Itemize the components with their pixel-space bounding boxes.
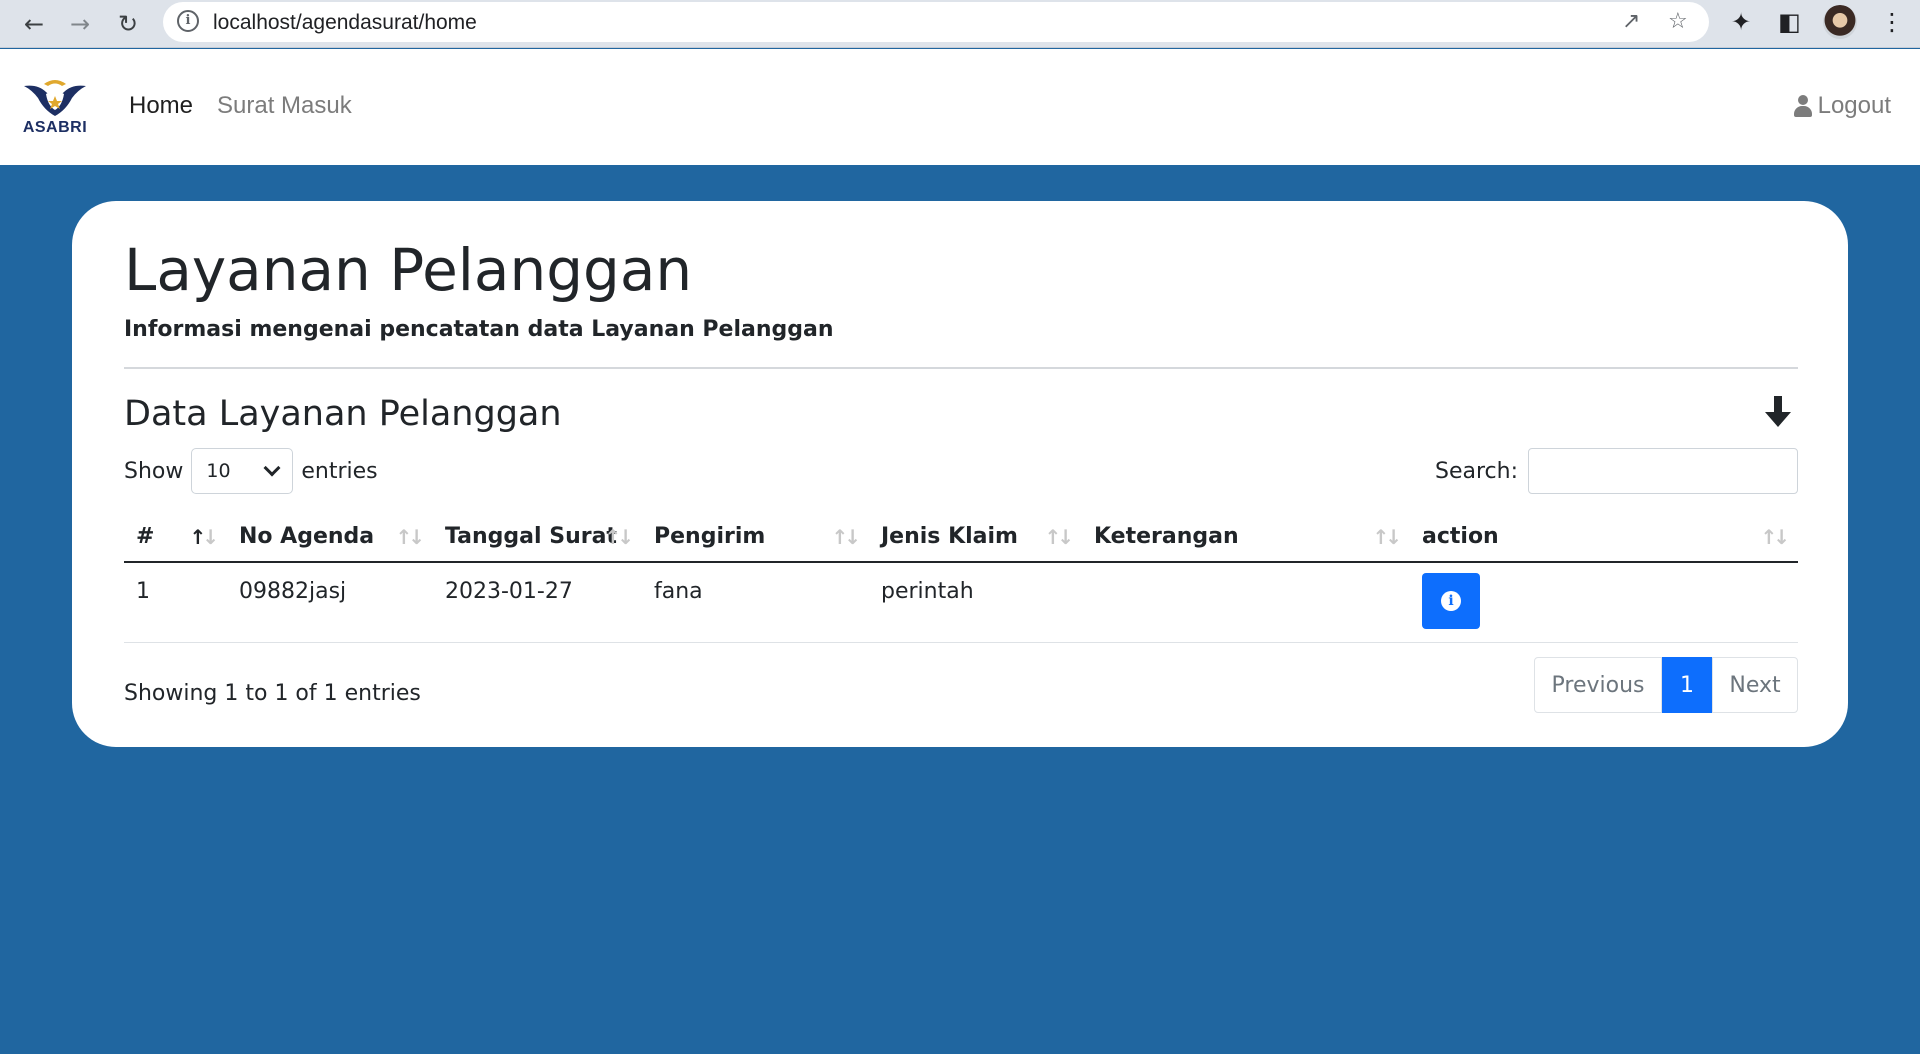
search-label: Search: <box>1435 458 1518 484</box>
cell-jenis-klaim: perintah <box>869 562 1082 643</box>
browser-menu-icon[interactable]: ⋮ <box>1880 8 1904 36</box>
profile-avatar[interactable] <box>1823 5 1857 39</box>
browser-toolbar: ← → ↻ i localhost/agendasurat/home ↗ ☆ ✦… <box>0 0 1920 48</box>
app-navbar: ASABRI Home Surat Masuk Logout <box>0 49 1920 165</box>
logout-link[interactable]: Logout <box>1793 92 1891 120</box>
cell-no-agenda: 09882jasj <box>227 562 433 643</box>
nav-surat-masuk[interactable]: Surat Masuk <box>217 92 352 120</box>
page-1-button[interactable]: 1 <box>1662 657 1712 713</box>
nav-home[interactable]: Home <box>129 92 193 120</box>
entries-label: entries <box>301 458 378 484</box>
section-title: Data Layanan Pelanggan <box>124 394 562 434</box>
sort-icon: ↑↓ <box>1760 525 1789 549</box>
sort-asc-icon: ↑↓ <box>189 525 218 549</box>
next-button[interactable]: Next <box>1712 657 1798 713</box>
page-title: Layanan Pelanggan <box>124 236 693 304</box>
table-row: 1 09882jasj 2023-01-27 fana perintah i <box>124 562 1798 643</box>
column-header-keterangan[interactable]: Keterangan ↑↓ <box>1082 512 1410 563</box>
column-header-no-agenda[interactable]: No Agenda ↑↓ <box>227 512 433 563</box>
cell-action: i <box>1410 562 1798 643</box>
column-header-pengirim[interactable]: Pengirim ↑↓ <box>642 512 869 563</box>
page-length-value: 10 <box>206 460 231 482</box>
back-arrow-icon[interactable]: ← <box>18 8 50 40</box>
search-input[interactable] <box>1528 448 1798 494</box>
cell-tanggal-surat: 2023-01-27 <box>433 562 642 643</box>
logout-label: Logout <box>1817 92 1891 119</box>
reload-icon[interactable]: ↻ <box>112 8 144 40</box>
page-length-select[interactable]: 10 <box>191 448 294 494</box>
cell-number: 1 <box>124 562 227 643</box>
info-circle-icon: i <box>1441 591 1461 611</box>
sort-icon: ↑↓ <box>1372 525 1401 549</box>
cell-pengirim: fana <box>642 562 869 643</box>
bookmark-star-icon[interactable]: ☆ <box>1668 9 1688 34</box>
search-control: Search: <box>1435 448 1798 494</box>
table-header-row: # ↑↓ No Agenda ↑↓ Tanggal Surat ↑↓ Pengirim… <box>124 512 1798 563</box>
cell-keterangan <box>1082 562 1410 643</box>
pagination: Previous 1 Next <box>1534 657 1798 713</box>
sort-icon: ↑↓ <box>831 525 860 549</box>
extensions-puzzle-icon[interactable]: ✦ <box>1731 8 1751 36</box>
sort-icon: ↑↓ <box>1044 525 1073 549</box>
divider <box>124 367 1798 369</box>
page-length-control: Show 10 entries <box>124 448 378 494</box>
content-card: Layanan Pelanggan Informasi mengenai pen… <box>72 201 1848 747</box>
show-label: Show <box>124 458 184 484</box>
site-info-icon[interactable]: i <box>177 10 199 32</box>
side-panel-icon[interactable]: ◧ <box>1778 8 1801 36</box>
chevron-down-icon <box>263 459 281 477</box>
data-table: # ↑↓ No Agenda ↑↓ Tanggal Surat ↑↓ Pengirim… <box>124 512 1798 643</box>
logo-text: ASABRI <box>22 119 88 136</box>
forward-arrow-icon[interactable]: → <box>64 8 96 40</box>
url-text[interactable]: localhost/agendasurat/home <box>213 11 477 35</box>
detail-button[interactable]: i <box>1422 573 1480 629</box>
column-header-tanggal-surat[interactable]: Tanggal Surat ↑↓ <box>433 512 642 563</box>
column-header-jenis-klaim[interactable]: Jenis Klaim ↑↓ <box>869 512 1082 563</box>
share-icon[interactable]: ↗ <box>1622 9 1640 34</box>
previous-button[interactable]: Previous <box>1534 657 1662 713</box>
page-subtitle: Informasi mengenai pencatatan data Layan… <box>124 317 834 342</box>
sort-icon: ↑↓ <box>395 525 424 549</box>
arrow-down-icon[interactable] <box>1760 394 1796 430</box>
address-bar[interactable]: i localhost/agendasurat/home ↗ ☆ <box>163 2 1709 42</box>
column-header-number[interactable]: # ↑↓ <box>124 512 227 563</box>
user-icon <box>1793 95 1812 117</box>
sort-icon: ↑↓ <box>604 525 633 549</box>
column-header-action[interactable]: action ↑↓ <box>1410 512 1798 563</box>
table-info: Showing 1 to 1 of 1 entries <box>124 681 421 706</box>
